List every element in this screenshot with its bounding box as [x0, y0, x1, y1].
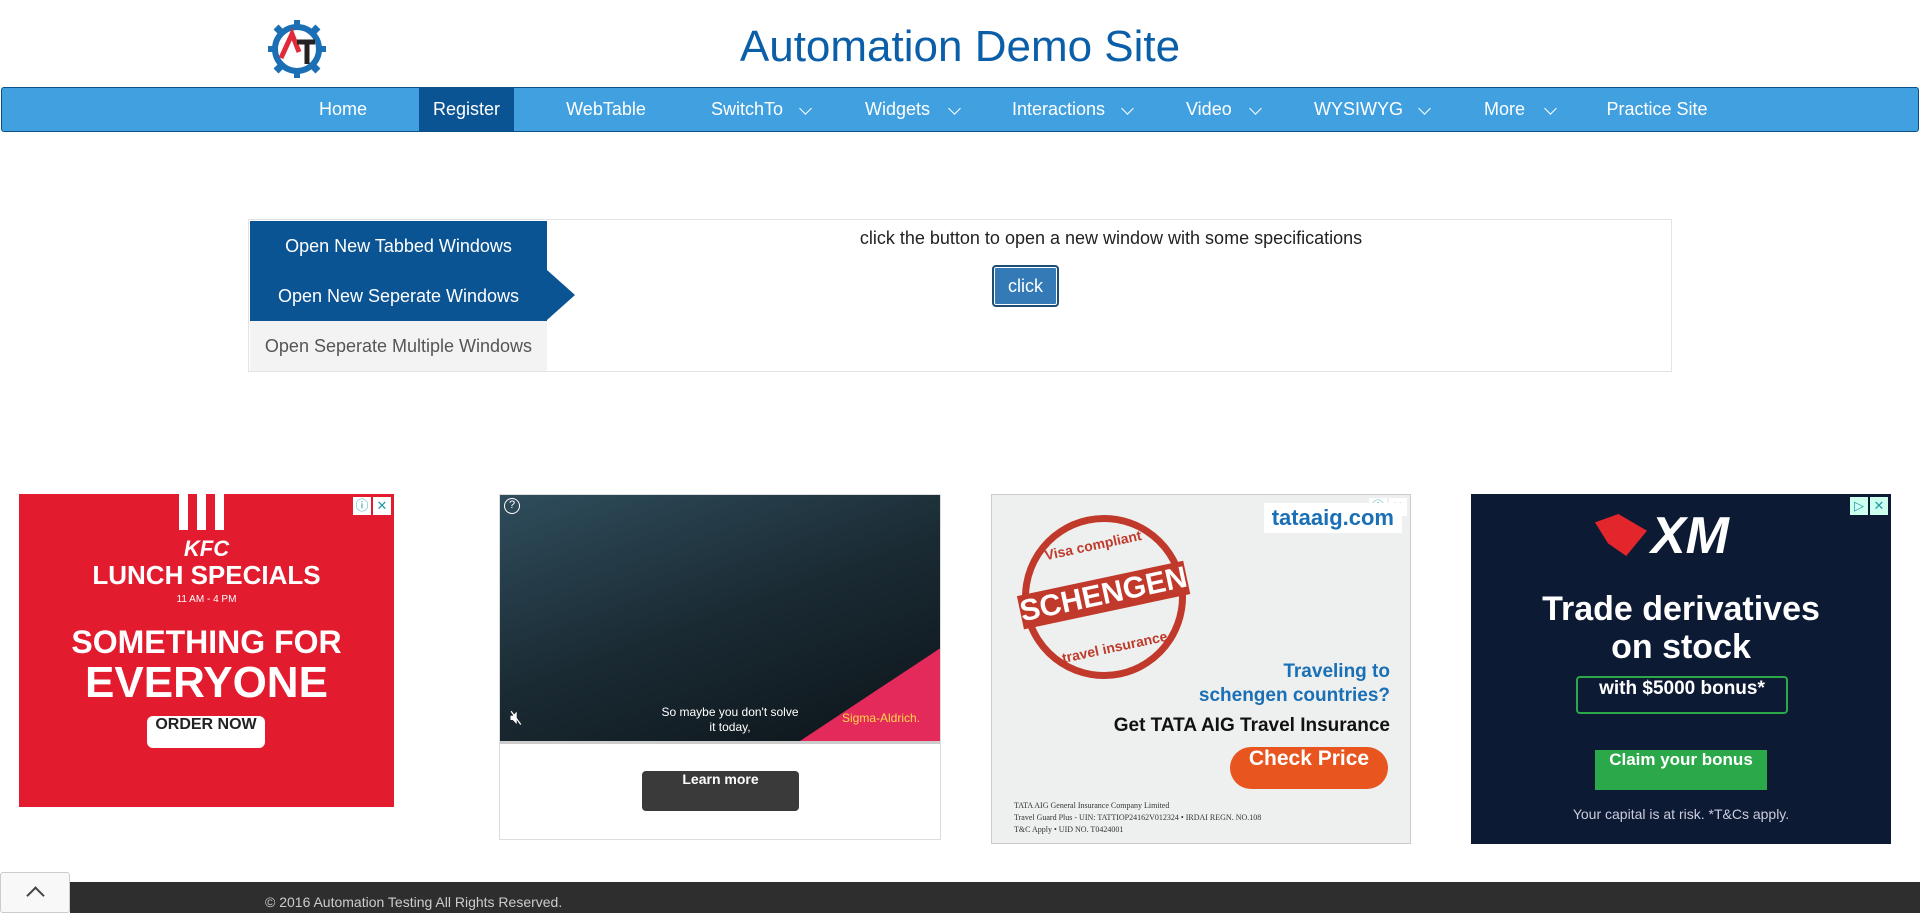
footer-copyright: © 2016 Automation Testing All Rights Res…: [265, 894, 563, 910]
tata-fine-print-1: TATA AIG General Insurance Company Limit…: [1014, 801, 1170, 810]
footer: © 2016 Automation Testing All Rights Res…: [70, 882, 1920, 913]
xm-bonus-badge: with $5000 bonus*: [1576, 676, 1788, 714]
stamp-main-text: SCHENGEN: [1016, 560, 1191, 630]
xm-line1: Trade derivatives: [1542, 590, 1820, 628]
kfc-headline3: EVERYONE: [85, 658, 328, 707]
tab-open-separate-multiple-windows[interactable]: Open Seperate Multiple Windows: [250, 321, 547, 371]
xm-disclaimer: Your capital is at risk. *T&Cs apply.: [1572, 806, 1790, 822]
tata-line2: schengen countries?: [1198, 685, 1390, 706]
kfc-headline: LUNCH SPECIALS: [92, 560, 321, 590]
xm-line2: on stock: [1611, 628, 1751, 666]
nav-webtable[interactable]: WebTable: [550, 88, 662, 131]
nav-video[interactable]: Video: [1174, 88, 1264, 131]
windows-panel: Open New Tabbed Windows Open New Seperat…: [248, 219, 1672, 372]
nav-switchto[interactable]: SwitchTo: [698, 88, 812, 131]
scroll-to-top-button[interactable]: [0, 872, 70, 913]
kfc-brand: KFC: [183, 536, 230, 561]
active-tab-arrow: [547, 270, 575, 320]
nav-widgets[interactable]: Widgets: [852, 88, 961, 131]
close-icon[interactable]: ✕: [1870, 497, 1888, 515]
chevron-down-icon: [799, 102, 812, 115]
video-progress: [500, 741, 940, 744]
tata-fine-print-3: T&C Apply • UID NO. T0424001: [1014, 825, 1124, 834]
chevron-down-icon: [1544, 102, 1557, 115]
xm-logo-icon: [1595, 514, 1647, 556]
video-caption: So maybe you don't solve it today,: [661, 705, 799, 734]
help-icon[interactable]: ?: [504, 498, 520, 514]
tab-open-new-tabbed-windows[interactable]: Open New Tabbed Windows: [250, 221, 547, 271]
claim-bonus-button[interactable]: Claim your bonus: [1595, 750, 1767, 790]
kfc-stripes: [179, 494, 229, 530]
mute-icon[interactable]: 🔇︎: [510, 707, 523, 730]
kfc-headline2: SOMETHING FOR: [71, 624, 342, 660]
tata-line3: Get TATA AIG Travel Insurance: [1113, 715, 1390, 736]
click-button[interactable]: click: [992, 265, 1059, 307]
kfc-order-button[interactable]: ORDER NOW: [147, 716, 265, 748]
stamp-bottom-text: travel insurance: [1060, 627, 1169, 666]
kfc-hours: 11 AM - 4 PM: [176, 594, 237, 605]
nav-interactions[interactable]: Interactions: [1000, 88, 1140, 131]
tata-fine-print-2: Travel Guard Plus - UIN: TATTIOP24162V01…: [1014, 813, 1262, 822]
adchoices-icon[interactable]: ▷: [1850, 497, 1868, 515]
chevron-up-icon: [26, 886, 45, 905]
nav-wysiwyg[interactable]: WYSIWYG: [1302, 88, 1432, 131]
check-price-button[interactable]: Check Price: [1230, 747, 1388, 789]
tata-brand: tataaig.com: [1263, 503, 1402, 533]
learn-more-button[interactable]: Learn more: [642, 771, 799, 811]
nav-home[interactable]: Home: [302, 88, 384, 131]
tata-line1: Traveling to: [1283, 661, 1390, 682]
chevron-down-icon: [1121, 102, 1134, 115]
tab-open-new-separate-windows[interactable]: Open New Seperate Windows: [250, 271, 547, 321]
nav-register[interactable]: Register: [419, 88, 514, 131]
site-logo[interactable]: [267, 18, 327, 80]
page-title: Automation Demo Site: [739, 22, 1181, 71]
brand-triangle: [800, 647, 940, 741]
xm-brand: XM: [1651, 507, 1729, 565]
instruction-text: click the button to open a new window wi…: [859, 228, 1363, 248]
ad-controls: ▷ ✕: [1850, 497, 1888, 515]
schengen-stamp: Visa compliant SCHENGEN travel insurance: [1006, 499, 1202, 695]
ad-xm[interactable]: ▷ ✕ XM Trade derivatives on stock with $5…: [1471, 494, 1891, 844]
main-nav: Home Register WebTable SwitchTo Widgets …: [1, 87, 1919, 132]
chevron-down-icon: [1418, 102, 1431, 115]
video-brand: Sigma-Aldrich.: [842, 711, 921, 725]
ad-tata-aig[interactable]: ⓘ✕ tataaig.com Visa compliant SCHENGEN t…: [991, 494, 1411, 844]
chevron-down-icon: [948, 102, 961, 115]
adchoices-icon[interactable]: ⓘ: [353, 497, 371, 515]
stamp-top-text: Visa compliant: [1043, 527, 1143, 564]
ad-video[interactable]: ? 🔇︎ So maybe you don't solve it today, …: [499, 494, 941, 840]
ad-controls: ⓘ✕: [353, 497, 391, 515]
close-icon[interactable]: ✕: [373, 497, 391, 515]
ad-kfc[interactable]: ⓘ ✕ KFC LUNCH SPECIALS 11 AM - 4 PM SOMET…: [19, 494, 394, 807]
nav-more[interactable]: More: [1472, 88, 1562, 131]
chevron-down-icon: [1249, 102, 1262, 115]
nav-practice-site[interactable]: Practice Site: [1596, 88, 1718, 131]
